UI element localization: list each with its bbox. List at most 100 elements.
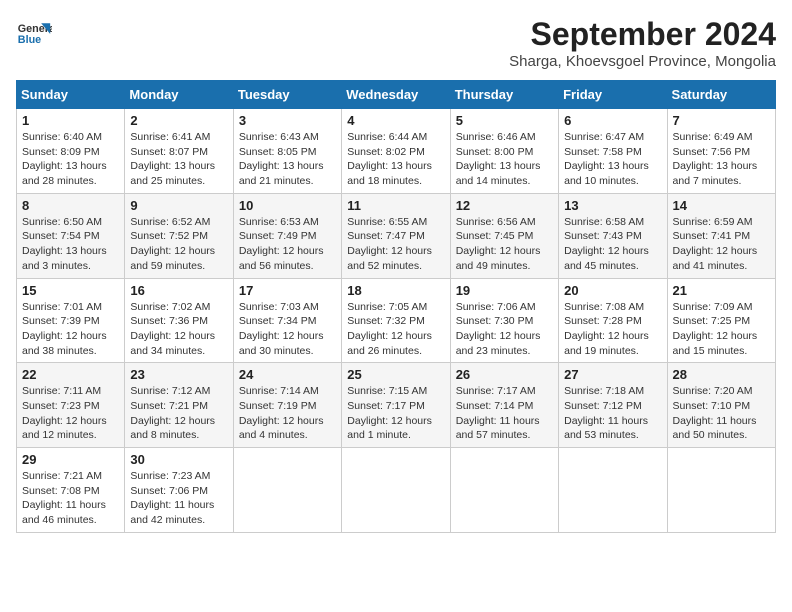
header-day-thursday: Thursday [450, 81, 558, 109]
day-info: Sunrise: 6:41 AMSunset: 8:07 PMDaylight:… [130, 130, 227, 189]
day-info: Sunrise: 6:56 AMSunset: 7:45 PMDaylight:… [456, 215, 553, 274]
day-info: Sunrise: 7:09 AMSunset: 7:25 PMDaylight:… [673, 300, 770, 359]
day-number: 6 [564, 113, 661, 128]
calendar-table: SundayMondayTuesdayWednesdayThursdayFrid… [16, 80, 776, 533]
day-info: Sunrise: 7:20 AMSunset: 7:10 PMDaylight:… [673, 384, 770, 443]
day-number: 29 [22, 452, 119, 467]
day-number: 25 [347, 367, 444, 382]
day-number: 22 [22, 367, 119, 382]
day-number: 4 [347, 113, 444, 128]
day-info: Sunrise: 7:06 AMSunset: 7:30 PMDaylight:… [456, 300, 553, 359]
day-info: Sunrise: 6:44 AMSunset: 8:02 PMDaylight:… [347, 130, 444, 189]
day-number: 15 [22, 283, 119, 298]
calendar-cell: 16 Sunrise: 7:02 AMSunset: 7:36 PMDaylig… [125, 278, 233, 363]
calendar-cell: 10 Sunrise: 6:53 AMSunset: 7:49 PMDaylig… [233, 193, 341, 278]
calendar-cell: 28 Sunrise: 7:20 AMSunset: 7:10 PMDaylig… [667, 363, 775, 448]
day-info: Sunrise: 7:21 AMSunset: 7:08 PMDaylight:… [22, 469, 119, 528]
day-number: 26 [456, 367, 553, 382]
logo-icon: General Blue [16, 16, 52, 52]
day-info: Sunrise: 7:05 AMSunset: 7:32 PMDaylight:… [347, 300, 444, 359]
calendar-cell: 12 Sunrise: 6:56 AMSunset: 7:45 PMDaylig… [450, 193, 558, 278]
day-info: Sunrise: 6:40 AMSunset: 8:09 PMDaylight:… [22, 130, 119, 189]
header-day-tuesday: Tuesday [233, 81, 341, 109]
day-info: Sunrise: 6:47 AMSunset: 7:58 PMDaylight:… [564, 130, 661, 189]
calendar-cell: 11 Sunrise: 6:55 AMSunset: 7:47 PMDaylig… [342, 193, 450, 278]
calendar-cell: 21 Sunrise: 7:09 AMSunset: 7:25 PMDaylig… [667, 278, 775, 363]
header: General Blue September 2024 Sharga, Khoe… [16, 16, 776, 70]
calendar-cell: 13 Sunrise: 6:58 AMSunset: 7:43 PMDaylig… [559, 193, 667, 278]
day-info: Sunrise: 7:15 AMSunset: 7:17 PMDaylight:… [347, 384, 444, 443]
header-row: SundayMondayTuesdayWednesdayThursdayFrid… [17, 81, 776, 109]
main-title: September 2024 [509, 16, 776, 53]
day-info: Sunrise: 7:12 AMSunset: 7:21 PMDaylight:… [130, 384, 227, 443]
day-info: Sunrise: 6:43 AMSunset: 8:05 PMDaylight:… [239, 130, 336, 189]
calendar-cell: 23 Sunrise: 7:12 AMSunset: 7:21 PMDaylig… [125, 363, 233, 448]
calendar-cell: 18 Sunrise: 7:05 AMSunset: 7:32 PMDaylig… [342, 278, 450, 363]
day-info: Sunrise: 7:11 AMSunset: 7:23 PMDaylight:… [22, 384, 119, 443]
calendar-cell: 14 Sunrise: 6:59 AMSunset: 7:41 PMDaylig… [667, 193, 775, 278]
calendar-body: 1 Sunrise: 6:40 AMSunset: 8:09 PMDayligh… [17, 109, 776, 533]
calendar-cell [233, 448, 341, 533]
calendar-cell [559, 448, 667, 533]
calendar-cell: 17 Sunrise: 7:03 AMSunset: 7:34 PMDaylig… [233, 278, 341, 363]
calendar-week-4: 29 Sunrise: 7:21 AMSunset: 7:08 PMDaylig… [17, 448, 776, 533]
calendar-cell: 6 Sunrise: 6:47 AMSunset: 7:58 PMDayligh… [559, 109, 667, 194]
day-number: 17 [239, 283, 336, 298]
day-number: 16 [130, 283, 227, 298]
calendar-cell: 1 Sunrise: 6:40 AMSunset: 8:09 PMDayligh… [17, 109, 125, 194]
day-number: 12 [456, 198, 553, 213]
day-info: Sunrise: 7:17 AMSunset: 7:14 PMDaylight:… [456, 384, 553, 443]
day-info: Sunrise: 7:08 AMSunset: 7:28 PMDaylight:… [564, 300, 661, 359]
calendar-cell: 26 Sunrise: 7:17 AMSunset: 7:14 PMDaylig… [450, 363, 558, 448]
calendar-cell: 2 Sunrise: 6:41 AMSunset: 8:07 PMDayligh… [125, 109, 233, 194]
calendar-cell: 30 Sunrise: 7:23 AMSunset: 7:06 PMDaylig… [125, 448, 233, 533]
day-number: 19 [456, 283, 553, 298]
day-number: 10 [239, 198, 336, 213]
day-number: 23 [130, 367, 227, 382]
day-info: Sunrise: 7:14 AMSunset: 7:19 PMDaylight:… [239, 384, 336, 443]
logo: General Blue [16, 16, 52, 52]
day-number: 8 [22, 198, 119, 213]
day-number: 30 [130, 452, 227, 467]
calendar-cell: 29 Sunrise: 7:21 AMSunset: 7:08 PMDaylig… [17, 448, 125, 533]
day-info: Sunrise: 7:03 AMSunset: 7:34 PMDaylight:… [239, 300, 336, 359]
calendar-cell: 27 Sunrise: 7:18 AMSunset: 7:12 PMDaylig… [559, 363, 667, 448]
day-number: 5 [456, 113, 553, 128]
calendar-header: SundayMondayTuesdayWednesdayThursdayFrid… [17, 81, 776, 109]
calendar-cell [342, 448, 450, 533]
calendar-week-3: 22 Sunrise: 7:11 AMSunset: 7:23 PMDaylig… [17, 363, 776, 448]
calendar-cell: 20 Sunrise: 7:08 AMSunset: 7:28 PMDaylig… [559, 278, 667, 363]
calendar-cell: 9 Sunrise: 6:52 AMSunset: 7:52 PMDayligh… [125, 193, 233, 278]
calendar-cell: 3 Sunrise: 6:43 AMSunset: 8:05 PMDayligh… [233, 109, 341, 194]
day-number: 20 [564, 283, 661, 298]
day-info: Sunrise: 7:01 AMSunset: 7:39 PMDaylight:… [22, 300, 119, 359]
calendar-cell: 25 Sunrise: 7:15 AMSunset: 7:17 PMDaylig… [342, 363, 450, 448]
day-info: Sunrise: 7:02 AMSunset: 7:36 PMDaylight:… [130, 300, 227, 359]
calendar-cell [450, 448, 558, 533]
calendar-week-1: 8 Sunrise: 6:50 AMSunset: 7:54 PMDayligh… [17, 193, 776, 278]
calendar-cell: 7 Sunrise: 6:49 AMSunset: 7:56 PMDayligh… [667, 109, 775, 194]
day-number: 7 [673, 113, 770, 128]
day-info: Sunrise: 6:53 AMSunset: 7:49 PMDaylight:… [239, 215, 336, 274]
calendar-week-0: 1 Sunrise: 6:40 AMSunset: 8:09 PMDayligh… [17, 109, 776, 194]
day-info: Sunrise: 6:55 AMSunset: 7:47 PMDaylight:… [347, 215, 444, 274]
header-day-sunday: Sunday [17, 81, 125, 109]
calendar-cell: 24 Sunrise: 7:14 AMSunset: 7:19 PMDaylig… [233, 363, 341, 448]
calendar-cell: 5 Sunrise: 6:46 AMSunset: 8:00 PMDayligh… [450, 109, 558, 194]
day-info: Sunrise: 6:49 AMSunset: 7:56 PMDaylight:… [673, 130, 770, 189]
day-info: Sunrise: 7:23 AMSunset: 7:06 PMDaylight:… [130, 469, 227, 528]
svg-text:Blue: Blue [18, 34, 41, 46]
day-number: 13 [564, 198, 661, 213]
day-number: 2 [130, 113, 227, 128]
header-day-saturday: Saturday [667, 81, 775, 109]
header-day-wednesday: Wednesday [342, 81, 450, 109]
day-number: 9 [130, 198, 227, 213]
day-info: Sunrise: 6:59 AMSunset: 7:41 PMDaylight:… [673, 215, 770, 274]
day-number: 1 [22, 113, 119, 128]
day-number: 28 [673, 367, 770, 382]
day-number: 11 [347, 198, 444, 213]
day-number: 24 [239, 367, 336, 382]
day-number: 21 [673, 283, 770, 298]
calendar-cell: 4 Sunrise: 6:44 AMSunset: 8:02 PMDayligh… [342, 109, 450, 194]
calendar-week-2: 15 Sunrise: 7:01 AMSunset: 7:39 PMDaylig… [17, 278, 776, 363]
